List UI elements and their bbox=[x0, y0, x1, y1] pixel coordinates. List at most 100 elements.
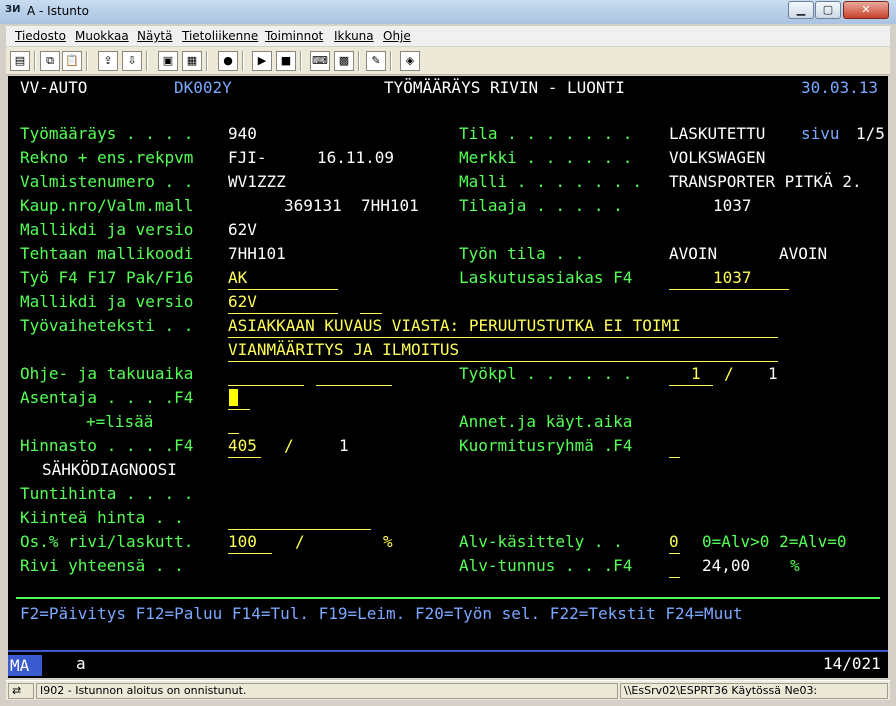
maximize-icon: ▢ bbox=[822, 3, 834, 16]
paste-icon[interactable]: 📋 bbox=[62, 51, 82, 71]
tyovaiheteksti-input-2[interactable]: VIANMÄÄRITYS JA ILMOITUS bbox=[228, 338, 459, 362]
copy-icon[interactable]: ⧉ bbox=[40, 51, 60, 71]
tyo-f4-label: Työ F4 F17 Pak/F16 bbox=[20, 268, 194, 287]
ohje-label: Ohje- ja takuuaika bbox=[20, 364, 194, 383]
cursor-position: 14/021 bbox=[823, 654, 881, 673]
print-icon[interactable]: ▤ bbox=[10, 51, 30, 71]
hinnasto-input[interactable]: 405 bbox=[228, 434, 257, 458]
alv-tunnus-input[interactable] bbox=[669, 577, 680, 578]
alv-tunnus-percent: % bbox=[790, 556, 800, 575]
ohje-input-2[interactable] bbox=[316, 385, 392, 386]
minimize-icon: ▁ bbox=[796, 3, 806, 16]
tyokpl-total: 1 bbox=[768, 364, 778, 383]
toolbar-separator bbox=[358, 51, 360, 71]
asentaja-label: Asentaja . . . .F4 bbox=[20, 388, 194, 407]
status-message: I902 - Istunnon aloitus on onnistunut. bbox=[36, 683, 618, 699]
menu-nayta[interactable]: Näytä bbox=[137, 29, 173, 43]
os-percent: % bbox=[383, 532, 393, 551]
mallikdi2-input[interactable]: 62V bbox=[228, 290, 257, 314]
valmistenumero-label: Valmistenumero . . bbox=[20, 172, 194, 191]
menu-bar: Tiedosto Muokkaa Näytä Tietoliikenne Toi… bbox=[6, 26, 890, 46]
window-title: A - Istunto bbox=[27, 4, 89, 18]
tyokpl-input[interactable]: 1 bbox=[691, 362, 701, 386]
valm-mall-value: 7HH101 bbox=[361, 196, 419, 215]
kuormitus-input[interactable] bbox=[669, 457, 680, 458]
tyokpl-slash: / bbox=[724, 364, 734, 383]
alv-tunnus-value: 24,00 bbox=[702, 556, 751, 575]
keyboard-icon[interactable]: ⌨ bbox=[310, 51, 330, 71]
malli-label: Malli . . . . . . . bbox=[459, 172, 643, 191]
minimize-button[interactable]: ▁ bbox=[788, 1, 814, 19]
os-slash: / bbox=[295, 532, 305, 551]
hinnasto-name: SÄHKÖDIAGNOOSI bbox=[42, 460, 177, 479]
stop-icon[interactable]: ■ bbox=[276, 51, 296, 71]
maximize-button[interactable]: ▢ bbox=[815, 1, 841, 19]
sivu-value: 1/5 bbox=[856, 124, 885, 143]
play-icon[interactable]: ▶ bbox=[252, 51, 272, 71]
toolbar-separator bbox=[34, 51, 36, 71]
menu-muokkaa[interactable]: Muokkaa bbox=[75, 29, 129, 43]
tila-label: Tila . . . . . . . bbox=[459, 124, 633, 143]
laskutusasiakas-underline bbox=[669, 289, 789, 290]
laskutusasiakas-input[interactable]: 1037 bbox=[713, 266, 752, 290]
tehtaan-value: 7HH101 bbox=[228, 244, 286, 263]
tyon-tila-value-2: AVOIN bbox=[779, 244, 828, 263]
toolbar-separator bbox=[146, 51, 148, 71]
clipboard-icon[interactable]: ✎ bbox=[366, 51, 386, 71]
rekpvm-value: 16.11.09 bbox=[317, 148, 395, 167]
menu-toiminnot[interactable]: Toiminnot bbox=[265, 29, 323, 43]
title-bar: ЗИ A - Istunto ▁ ▢ ✕ bbox=[0, 0, 896, 24]
mallikdi2-label: Mallikdi ja versio bbox=[20, 292, 194, 311]
rivi-yhteensa-label: Rivi yhteensä . . bbox=[20, 556, 184, 575]
program-id: DK002Y bbox=[174, 78, 232, 97]
input-indicator: a bbox=[76, 654, 86, 673]
eraser-icon[interactable]: ◈ bbox=[400, 51, 420, 71]
sivu-label: sivu bbox=[801, 124, 840, 143]
screen-bottom-rule bbox=[8, 650, 888, 652]
kiintea-label: Kiinteä hinta . . bbox=[20, 508, 184, 527]
menu-tiedosto[interactable]: Tiedosto bbox=[15, 29, 66, 43]
app-icon[interactable]: ЗИ bbox=[5, 4, 21, 20]
os-underline bbox=[228, 553, 272, 554]
close-button[interactable]: ✕ bbox=[843, 1, 889, 19]
tyomaarays-value: 940 bbox=[228, 124, 257, 143]
tuntihinta-label: Tuntihinta . . . . bbox=[20, 484, 194, 503]
tyokpl-underline bbox=[669, 385, 713, 386]
tyo-f4-input[interactable]: AK bbox=[228, 266, 247, 290]
lisaa-label: +=lisää bbox=[86, 412, 154, 431]
rekno-value: FJI- bbox=[228, 148, 267, 167]
macro-icon[interactable]: ▦ bbox=[182, 51, 202, 71]
tyon-tila-label: Työn tila . . bbox=[459, 244, 585, 263]
laskutusasiakas-label: Laskutusasiakas F4 bbox=[459, 268, 633, 287]
screen-title: TYÖMÄÄRÄYS RIVIN - LUONTI bbox=[384, 78, 625, 97]
toolbar-separator bbox=[242, 51, 244, 71]
menu-ikkuna[interactable]: Ikkuna bbox=[334, 29, 374, 43]
hinnasto-slash: / bbox=[284, 436, 294, 455]
map-icon[interactable]: ▩ bbox=[334, 51, 354, 71]
screen-date: 30.03.13 bbox=[801, 78, 879, 97]
ohje-input-1[interactable] bbox=[228, 385, 304, 386]
connection-info: \\EsSrv02\ESPRT36 Käytössä Ne03: bbox=[620, 683, 888, 699]
menu-tietoliikenne[interactable]: Tietoliikenne bbox=[182, 29, 258, 43]
hinnasto-num: 1 bbox=[339, 436, 349, 455]
kaup-nro-value: 369131 bbox=[284, 196, 342, 215]
tyovaiheteksti-label: Työvaiheteksti . . bbox=[20, 316, 194, 335]
toolbar-separator bbox=[300, 51, 302, 71]
tyovaiheteksti-input-1[interactable]: ASIAKKAAN KUVAUS VIASTA: PERUUTUSTUTKA E… bbox=[228, 314, 681, 338]
tilaaja-label: Tilaaja . . . . . bbox=[459, 196, 623, 215]
send-icon[interactable]: ⇪ bbox=[98, 51, 118, 71]
alv-tunnus-label: Alv-tunnus . . .F4 bbox=[459, 556, 633, 575]
tyokpl-label: Työkpl . . . . . . bbox=[459, 364, 633, 383]
receive-icon[interactable]: ⇩ bbox=[122, 51, 142, 71]
terminal-screen[interactable]: VV-AUTO DK002Y TYÖMÄÄRÄYS RIVIN - LUONTI… bbox=[8, 76, 888, 678]
alv-kasittely-input[interactable]: 0 bbox=[669, 530, 679, 554]
toolbar-separator bbox=[206, 51, 208, 71]
asentaja-input[interactable] bbox=[228, 409, 250, 410]
display-icon[interactable]: ▣ bbox=[158, 51, 178, 71]
record-icon[interactable]: ● bbox=[218, 51, 238, 71]
os-input[interactable]: 100 bbox=[228, 530, 257, 554]
menu-ohje[interactable]: Ohje bbox=[383, 29, 411, 43]
toolbar-separator bbox=[390, 51, 392, 71]
tilaaja-value: 1037 bbox=[713, 196, 752, 215]
alv-kasittely-label: Alv-käsittely . . bbox=[459, 532, 623, 551]
